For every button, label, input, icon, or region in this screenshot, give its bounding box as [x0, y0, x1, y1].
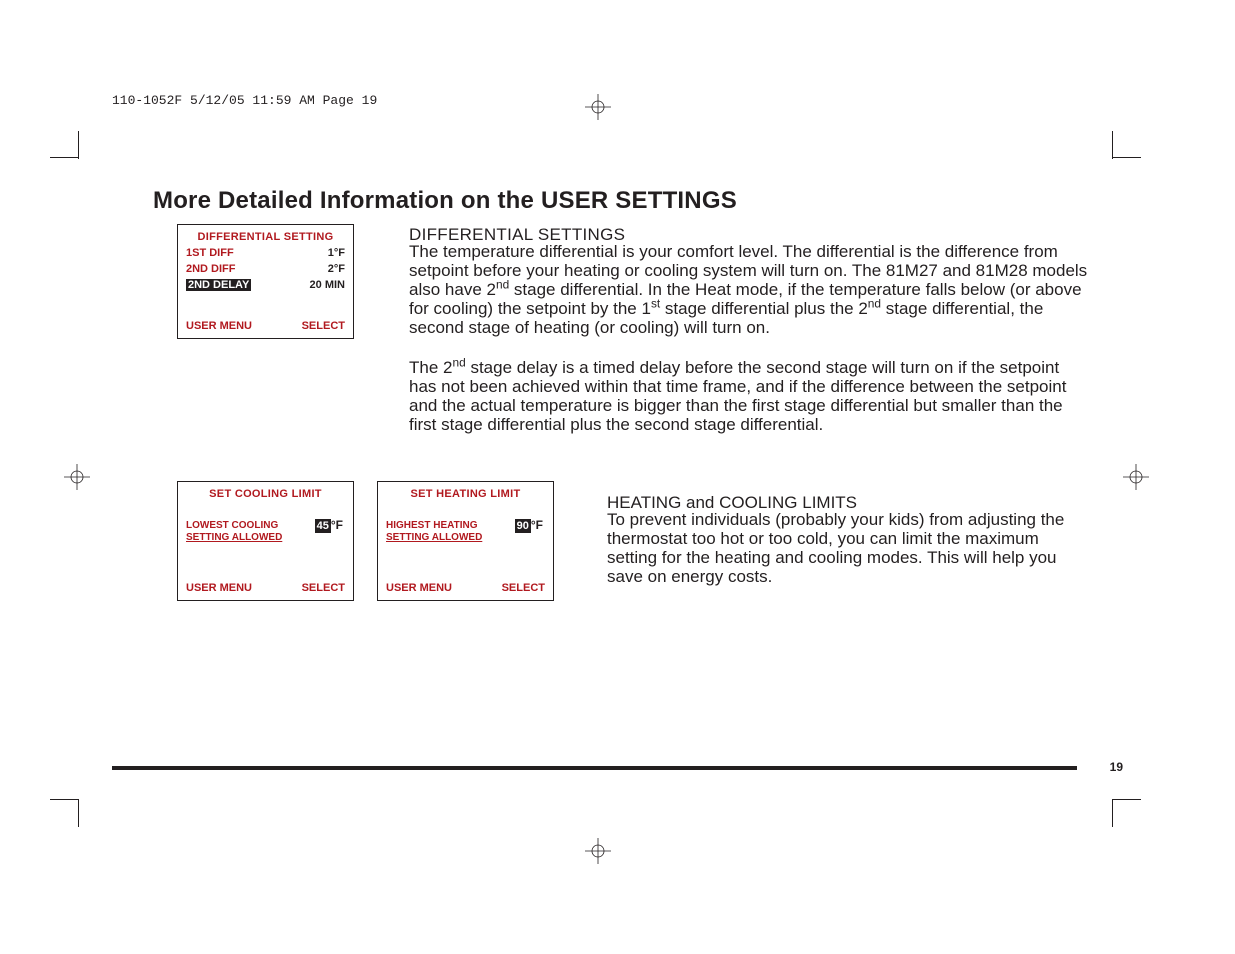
heating-limit-panel: SET HEATING LIMIT HIGHEST HEATING SETTIN… — [377, 481, 554, 601]
limit-value-number: 45 — [315, 519, 331, 533]
panel-title: SET HEATING LIMIT — [378, 488, 553, 500]
user-menu-label: USER MENU — [386, 582, 452, 594]
page: 110-1052F 5/12/05 11:59 AM Page 19 More … — [0, 0, 1235, 954]
cooling-limit-panel: SET COOLING LIMIT LOWEST COOLING SETTING… — [177, 481, 354, 601]
panel-title: SET COOLING LIMIT — [178, 488, 353, 500]
registration-mark-icon — [585, 94, 611, 120]
limit-label-line2: SETTING ALLOWED — [386, 532, 482, 543]
select-label: SELECT — [502, 582, 545, 594]
diff-row-2: 2ND DIFF 2°F — [178, 263, 353, 275]
paragraph-differential-2: The 2nd stage delay is a timed delay bef… — [409, 358, 1089, 434]
differential-setting-panel: DIFFERENTIAL SETTING 1ST DIFF 1°F 2ND DI… — [177, 224, 354, 339]
select-label: SELECT — [302, 582, 345, 594]
diff-row-1: 1ST DIFF 1°F — [178, 247, 353, 259]
limit-value-unit: °F — [531, 518, 543, 532]
page-heading: More Detailed Information on the USER SE… — [153, 187, 737, 215]
panel-footer: USER MENU SELECT — [186, 320, 345, 332]
limit-label: HIGHEST HEATING SETTING ALLOWED — [386, 520, 482, 544]
page-number: 19 — [1110, 760, 1123, 774]
select-label: SELECT — [302, 320, 345, 332]
diff-row-3: 2ND DELAY 20 MIN — [178, 279, 353, 291]
row-value: 20 MIN — [310, 279, 345, 291]
trim-mark — [1113, 157, 1141, 158]
row-value: 2°F — [328, 263, 345, 275]
paragraph-limits: To prevent individuals (probably your ki… — [607, 510, 1087, 586]
limit-label-line1: LOWEST COOLING — [186, 520, 278, 531]
panel-title: DIFFERENTIAL SETTING — [178, 231, 353, 243]
trim-mark — [1112, 131, 1113, 159]
trim-mark — [78, 799, 79, 827]
limit-value-unit: °F — [331, 518, 343, 532]
limit-value: 45°F — [315, 518, 343, 533]
trim-mark — [1112, 799, 1113, 827]
row-label-selected: 2ND DELAY — [186, 279, 251, 291]
trim-mark — [1113, 799, 1141, 800]
registration-mark-icon — [64, 464, 90, 490]
user-menu-label: USER MENU — [186, 320, 252, 332]
panel-footer: USER MENU SELECT — [186, 582, 345, 594]
limit-label-line2: SETTING ALLOWED — [186, 532, 282, 543]
footer-rule — [112, 766, 1077, 770]
print-slug: 110-1052F 5/12/05 11:59 AM Page 19 — [112, 93, 377, 108]
user-menu-label: USER MENU — [186, 582, 252, 594]
limit-label-line1: HIGHEST HEATING — [386, 520, 477, 531]
trim-mark — [78, 131, 79, 159]
paragraph-differential-1: The temperature differential is your com… — [409, 242, 1089, 337]
limit-label: LOWEST COOLING SETTING ALLOWED — [186, 520, 282, 544]
limit-value: 90°F — [515, 518, 543, 533]
trim-mark — [50, 799, 78, 800]
registration-mark-icon — [585, 838, 611, 864]
row-value: 1°F — [328, 247, 345, 259]
limit-value-number: 90 — [515, 519, 531, 533]
row-label: 2ND DIFF — [186, 263, 236, 275]
trim-mark — [50, 157, 78, 158]
registration-mark-icon — [1123, 464, 1149, 490]
panel-footer: USER MENU SELECT — [386, 582, 545, 594]
row-label: 1ST DIFF — [186, 247, 234, 259]
